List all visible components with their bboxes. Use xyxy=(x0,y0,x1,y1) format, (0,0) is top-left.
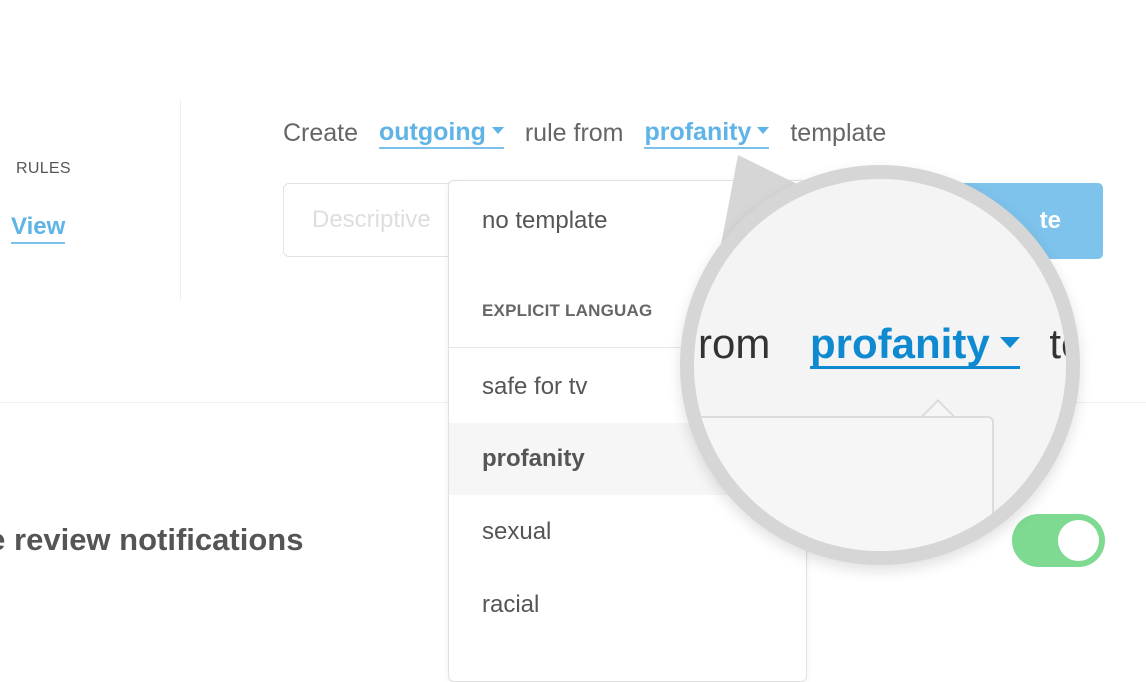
menu-item-racial[interactable]: racial xyxy=(449,584,806,626)
magnified-template-value: profanity xyxy=(810,320,990,367)
magnified-sentence: rom profanity ter xyxy=(698,321,1066,369)
create-text: Create xyxy=(283,119,359,147)
magnifier-content: rom profanity ter e xyxy=(694,179,1066,551)
direction-dropdown[interactable]: outgoing xyxy=(379,117,504,149)
caret-down-icon xyxy=(999,337,1020,349)
message-review-notifications-label: age review notifications xyxy=(0,522,304,557)
view-rules-link[interactable]: View xyxy=(11,213,66,244)
caret-down-icon xyxy=(757,126,770,134)
rules-section-label: RULES xyxy=(16,160,71,177)
magnifier-view: rom profanity ter e xyxy=(694,179,1066,551)
rule-from-text: rule from xyxy=(524,119,624,147)
magnified-partial-text: e xyxy=(696,444,717,485)
magnified-menu-panel xyxy=(694,416,994,551)
magnifier-lens: rom profanity ter e xyxy=(680,165,1080,565)
magnified-suffix: ter xyxy=(1049,320,1066,367)
vertical-divider xyxy=(180,100,181,300)
direction-value: outgoing xyxy=(379,118,486,146)
magnified-prefix: rom xyxy=(698,320,771,367)
caret-down-icon xyxy=(491,126,504,134)
menu-group-header: EXPLICIT LANGUAG xyxy=(482,301,653,320)
magnified-template-dropdown: profanity xyxy=(810,322,1020,369)
